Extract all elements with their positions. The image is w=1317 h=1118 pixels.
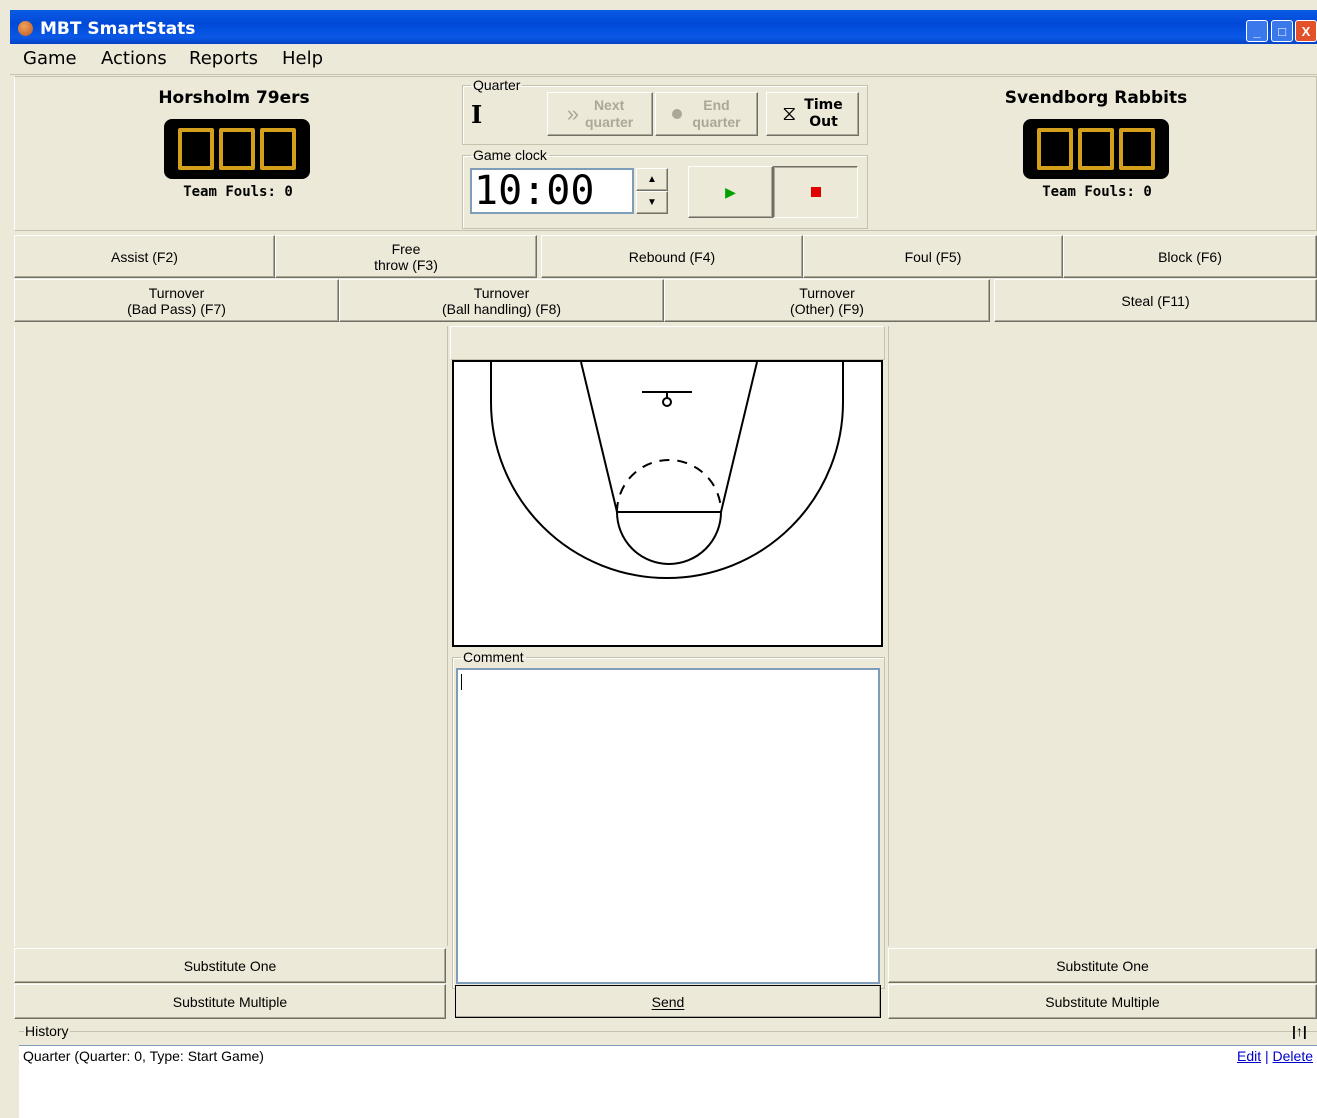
current-quarter: I: [471, 100, 483, 129]
minimize-button[interactable]: _: [1246, 20, 1268, 42]
assist-button[interactable]: Assist (F2): [14, 235, 275, 278]
game-clock-legend: Game clock: [473, 147, 547, 163]
history-edit-link[interactable]: Edit: [1237, 1048, 1261, 1064]
history-list: Quarter (Quarter: 0, Type: Start Game) E…: [19, 1045, 1317, 1118]
close-button[interactable]: X: [1295, 20, 1317, 42]
history-entry-text: Quarter (Quarter: 0, Type: Start Game): [23, 1048, 264, 1064]
comment-legend: Comment: [463, 649, 524, 665]
home-team-fouls: Team Fouls: 0: [183, 184, 293, 200]
timeout-button[interactable]: ⧖ Time Out: [766, 92, 859, 136]
score-digit: [178, 128, 214, 170]
menu-game[interactable]: Game: [23, 48, 77, 69]
score-digit: [1119, 128, 1155, 170]
steal-button[interactable]: Steal (F11): [994, 279, 1317, 322]
end-quarter-button[interactable]: End quarter: [655, 92, 758, 136]
arrow-down-icon: ▼: [647, 196, 657, 208]
start-clock-button[interactable]: ▶: [688, 166, 773, 218]
turnover-ball-handling-button[interactable]: Turnover (Ball handling) (F8): [339, 279, 664, 322]
block-button[interactable]: Block (F6): [1063, 235, 1317, 278]
play-icon: ▶: [725, 184, 736, 200]
game-clock-input[interactable]: 10:00: [470, 168, 634, 214]
title-bar: MBT SmartStats _ □ X: [10, 10, 1317, 44]
home-substitute-one-button[interactable]: Substitute One: [14, 948, 446, 983]
home-team-name: Horsholm 79ers: [158, 88, 310, 108]
away-players-panel: [888, 326, 1317, 946]
double-chevron-icon: »: [566, 101, 579, 126]
clock-up-button[interactable]: ▲: [636, 168, 668, 191]
turnover-bad-pass-button[interactable]: Turnover (Bad Pass) (F7): [14, 279, 339, 322]
stop-clock-button[interactable]: [773, 166, 858, 218]
away-substitute-multiple-button[interactable]: Substitute Multiple: [888, 984, 1317, 1019]
court-diagram: [490, 361, 844, 579]
history-entry-actions: Edit | Delete: [1236, 1048, 1313, 1064]
comment-textarea[interactable]: [456, 668, 880, 984]
score-digit: [219, 128, 255, 170]
next-quarter-button[interactable]: » Next quarter: [547, 92, 653, 136]
away-team-name: Svendborg Rabbits: [1004, 88, 1188, 108]
window-title: MBT SmartStats: [40, 19, 196, 39]
home-substitute-multiple-button[interactable]: Substitute Multiple: [14, 984, 446, 1019]
menu-reports[interactable]: Reports: [189, 48, 258, 69]
clock-down-button[interactable]: ▼: [636, 191, 668, 214]
score-digit: [1037, 128, 1073, 170]
history-legend: History: [24, 1023, 70, 1039]
away-team-fouls: Team Fouls: 0: [1042, 184, 1152, 200]
rebound-button[interactable]: Rebound (F4): [541, 235, 803, 278]
court-header: [450, 326, 885, 360]
stop-icon: [810, 187, 821, 197]
history-delete-link[interactable]: Delete: [1273, 1048, 1313, 1064]
home-players-panel: [14, 326, 448, 946]
foul-button[interactable]: Foul (F5): [803, 235, 1063, 278]
menu-actions[interactable]: Actions: [101, 48, 167, 69]
turnover-other-button[interactable]: Turnover (Other) (F9): [664, 279, 990, 322]
home-score-display: [164, 119, 310, 179]
dot-icon: [672, 109, 683, 119]
hourglass-icon: ⧖: [782, 103, 797, 125]
text-caret: [461, 674, 462, 690]
away-substitute-one-button[interactable]: Substitute One: [888, 948, 1317, 983]
collapse-history-icon[interactable]: |↑|: [1292, 1023, 1307, 1039]
send-button[interactable]: Send: [455, 985, 881, 1018]
basketball-app-icon: [18, 21, 33, 36]
history-divider: [19, 1031, 1317, 1032]
score-digit: [1078, 128, 1114, 170]
score-digit: [260, 128, 296, 170]
basketball-court[interactable]: [452, 360, 883, 647]
quarter-legend: Quarter: [473, 77, 521, 93]
menu-bar: Game Actions Reports Help: [10, 44, 1317, 75]
away-score-display: [1023, 119, 1169, 179]
arrow-up-icon: ▲: [647, 173, 657, 185]
maximize-button[interactable]: □: [1271, 20, 1293, 42]
free-throw-button[interactable]: Free throw (F3): [275, 235, 537, 278]
menu-help[interactable]: Help: [282, 48, 323, 69]
